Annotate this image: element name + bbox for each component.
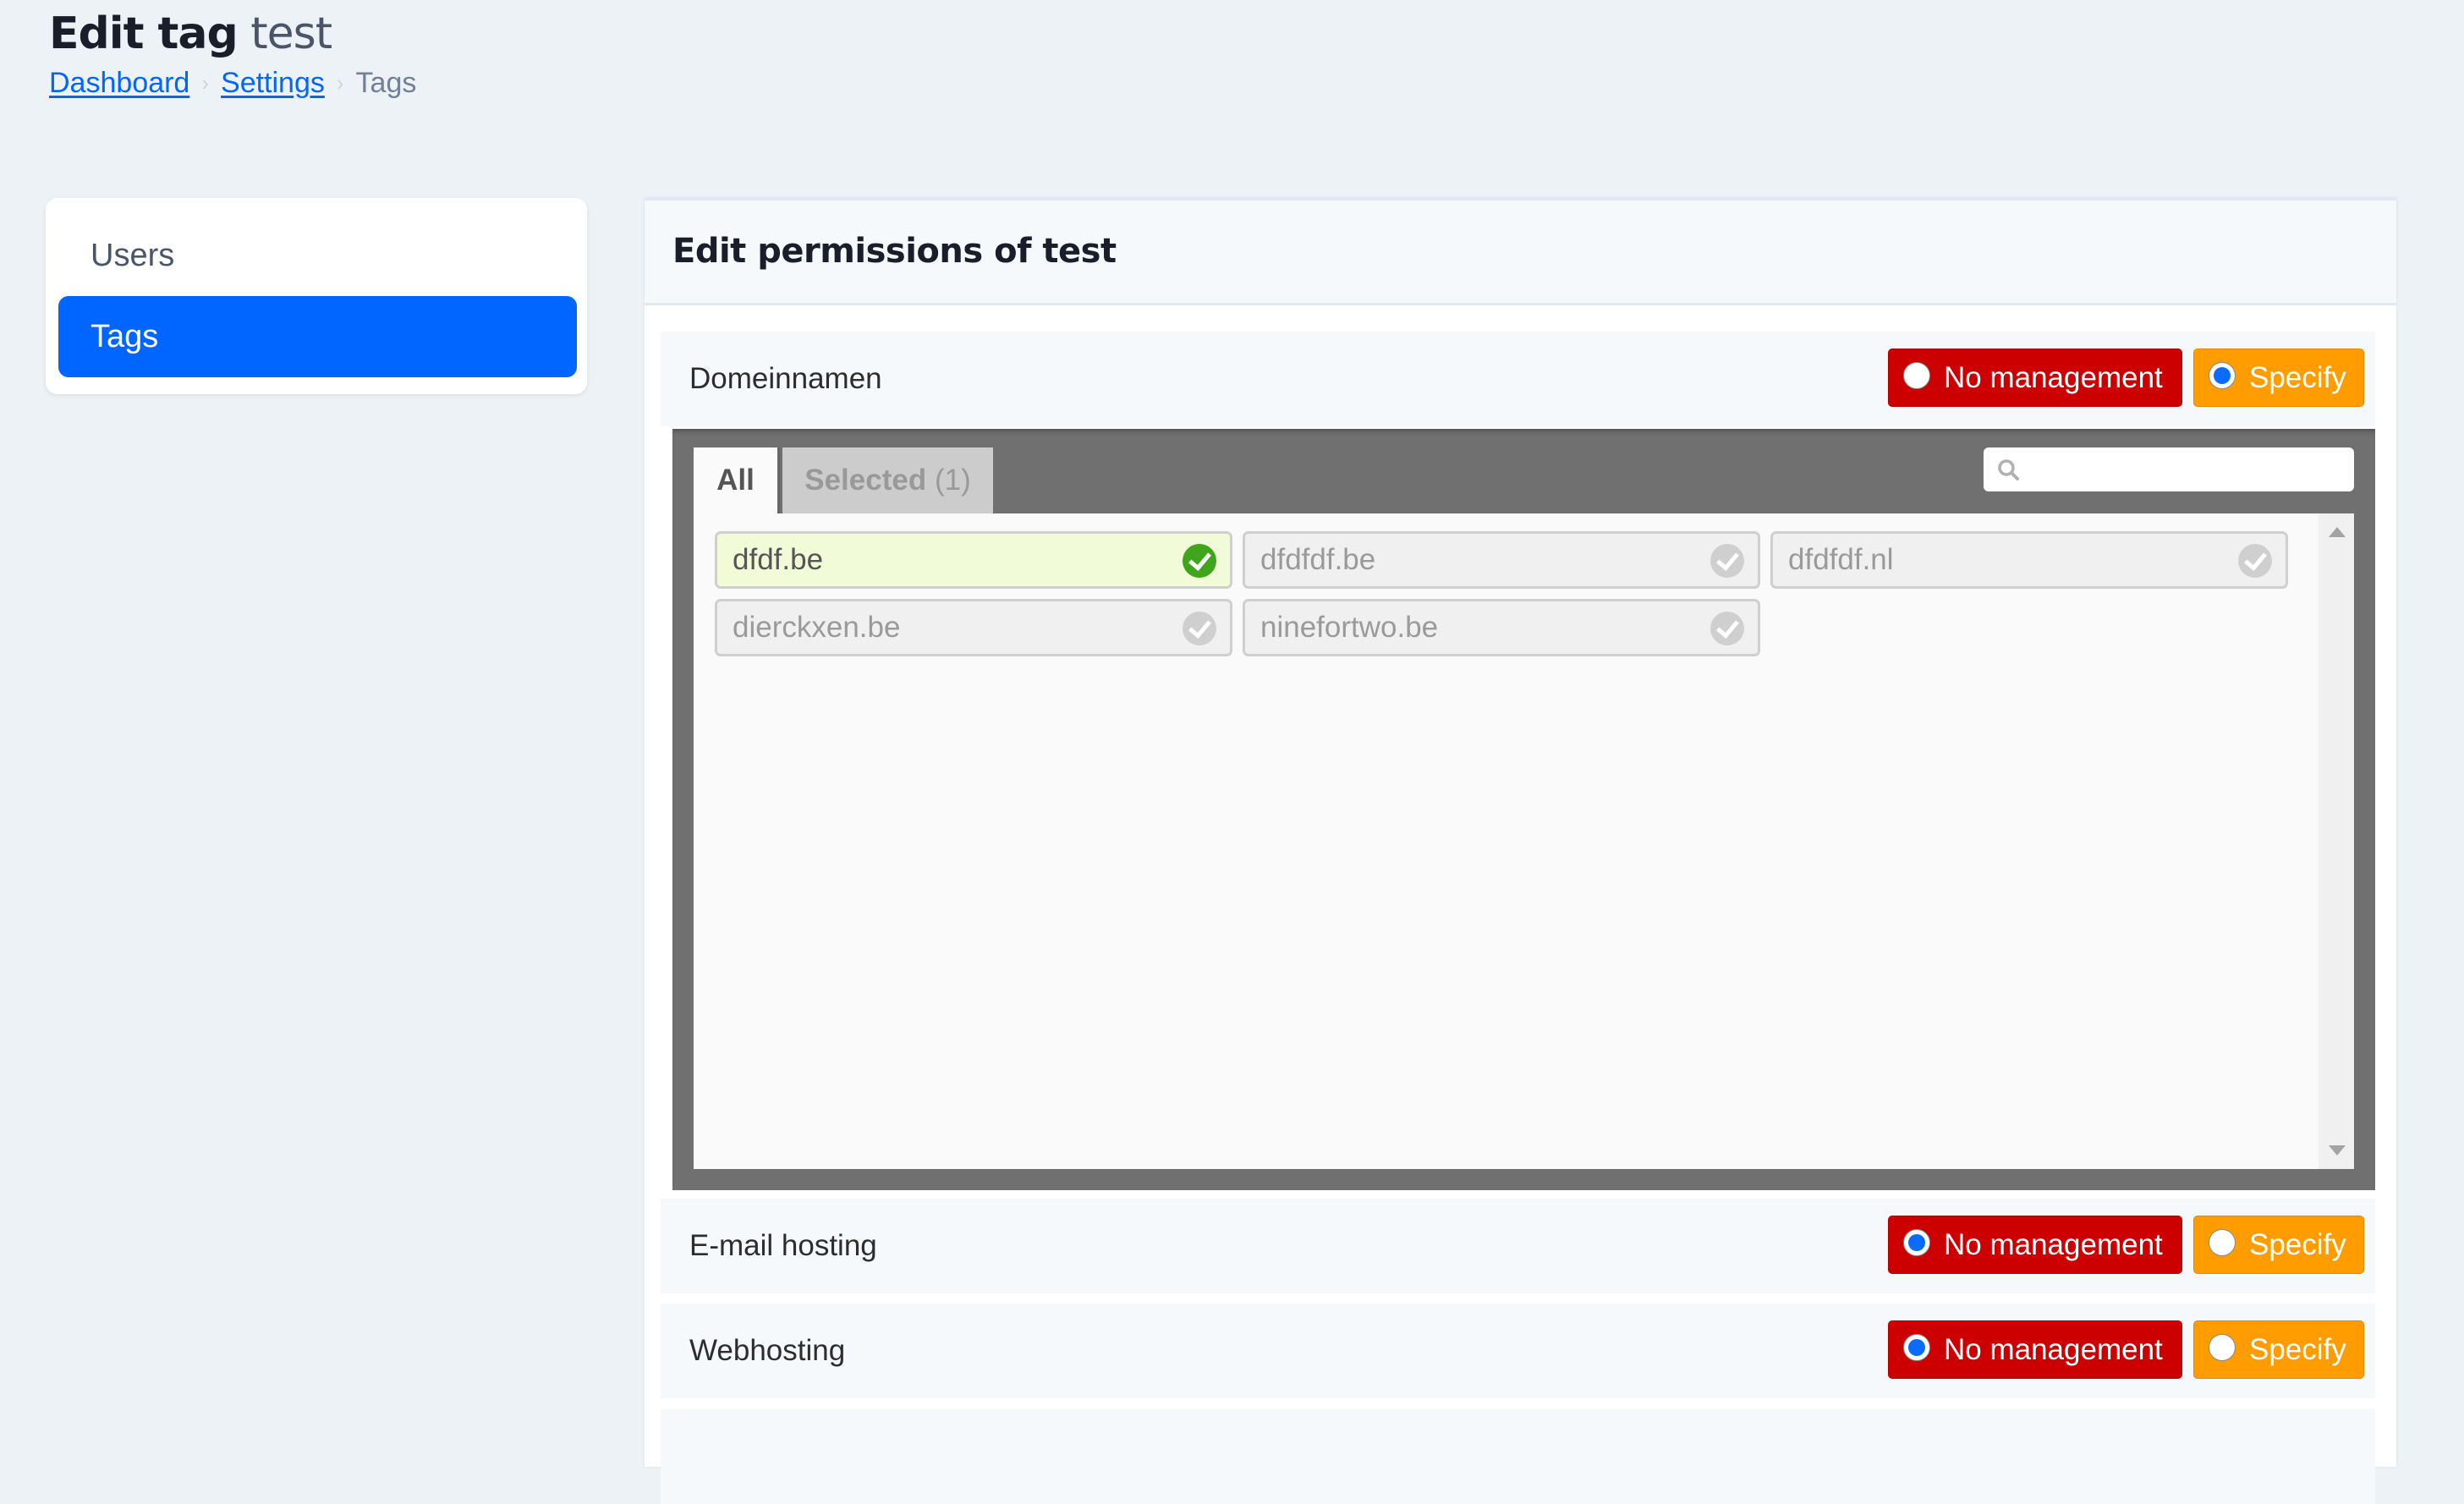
permission-label: Domeinnamen bbox=[689, 362, 882, 395]
permission-row-domeinnamen: Domeinnamen No management Specify bbox=[661, 332, 2375, 426]
check-circle-icon bbox=[1183, 612, 1216, 645]
chevron-right-icon: › bbox=[201, 70, 210, 96]
specify-button[interactable]: Specify bbox=[2193, 1320, 2364, 1379]
domain-item[interactable]: dfdf.be bbox=[715, 531, 1232, 589]
sidebar-item-users[interactable]: Users bbox=[58, 215, 577, 296]
scroll-up-arrow-icon[interactable] bbox=[2329, 527, 2346, 537]
no-management-label: No management bbox=[1944, 1332, 2163, 1366]
permission-row-email-hosting: E-mail hosting No management Specify bbox=[661, 1199, 2375, 1293]
domain-picker: All Selected (1) dfdf.be dfdfdf.be dfdfd… bbox=[672, 429, 2375, 1190]
domain-label: dierckxen.be bbox=[733, 611, 901, 644]
specify-label: Specify bbox=[2249, 1227, 2346, 1261]
no-management-button[interactable]: No management bbox=[1888, 1320, 2182, 1379]
scroll-down-arrow-icon[interactable] bbox=[2329, 1145, 2346, 1155]
breadcrumb: Dashboard › Settings › Tags bbox=[49, 63, 416, 103]
radio-checked-icon[interactable] bbox=[1903, 1228, 1930, 1256]
search-box[interactable] bbox=[1984, 447, 2354, 491]
specify-label: Specify bbox=[2249, 360, 2346, 394]
domain-list: dfdf.be dfdfdf.be dfdfdf.nl dierckxen.be… bbox=[694, 513, 2354, 1169]
tab-selected-label: Selected bbox=[804, 464, 927, 497]
chevron-right-icon: › bbox=[336, 70, 344, 96]
domain-item[interactable]: ninefortwo.be bbox=[1243, 599, 1760, 656]
domain-label: dfdf.be bbox=[733, 543, 824, 576]
check-circle-icon bbox=[1183, 544, 1216, 578]
breadcrumb-dashboard[interactable]: Dashboard bbox=[49, 63, 189, 103]
radio-unchecked-icon[interactable] bbox=[1903, 361, 1930, 389]
radio-unchecked-icon[interactable] bbox=[2209, 1228, 2236, 1256]
page-title-strong: Edit tag bbox=[49, 8, 239, 59]
permission-row-next bbox=[661, 1409, 2375, 1504]
tab-selected-count: (1) bbox=[934, 464, 971, 497]
domain-item[interactable]: dfdfdf.be bbox=[1243, 531, 1760, 589]
sidebar-item-tags[interactable]: Tags bbox=[58, 296, 577, 377]
card-header: Edit permissions of test bbox=[645, 200, 2396, 305]
tab-selected[interactable]: Selected (1) bbox=[782, 447, 993, 513]
permission-label: E-mail hosting bbox=[689, 1229, 877, 1262]
sidebar: Users Tags bbox=[46, 198, 587, 394]
no-management-button[interactable]: No management bbox=[1888, 1216, 2182, 1274]
radio-checked-icon[interactable] bbox=[2209, 361, 2236, 389]
breadcrumb-current: Tags bbox=[355, 67, 417, 99]
specify-label: Specify bbox=[2249, 1332, 2346, 1366]
specify-button[interactable]: Specify bbox=[2193, 349, 2364, 407]
no-management-label: No management bbox=[1944, 1227, 2163, 1261]
domain-item[interactable]: dfdfdf.nl bbox=[1770, 531, 2288, 589]
check-circle-icon bbox=[2238, 544, 2272, 578]
specify-button[interactable]: Specify bbox=[2193, 1216, 2364, 1274]
permission-label: Webhosting bbox=[689, 1334, 846, 1367]
radio-checked-icon[interactable] bbox=[1903, 1333, 1930, 1361]
card-title: Edit permissions of test bbox=[672, 232, 1117, 271]
domain-label: dfdfdf.be bbox=[1260, 543, 1376, 576]
page-title-tag-name: test bbox=[250, 8, 332, 59]
tab-all[interactable]: All bbox=[694, 447, 780, 513]
no-management-button[interactable]: No management bbox=[1888, 349, 2182, 407]
domain-label: dfdfdf.nl bbox=[1788, 543, 1894, 576]
permission-row-webhosting: Webhosting No management Specify bbox=[661, 1304, 2375, 1398]
breadcrumb-settings[interactable]: Settings bbox=[221, 63, 325, 103]
search-icon bbox=[1998, 459, 2019, 480]
page-title: Edit tag test bbox=[49, 5, 332, 63]
check-circle-icon bbox=[1710, 544, 1744, 578]
domain-label: ninefortwo.be bbox=[1260, 611, 1439, 644]
scrollbar[interactable] bbox=[2319, 513, 2354, 1169]
check-circle-icon bbox=[1710, 612, 1744, 645]
search-input[interactable] bbox=[2028, 449, 2354, 490]
no-management-label: No management bbox=[1944, 360, 2163, 394]
domain-item[interactable]: dierckxen.be bbox=[715, 599, 1232, 656]
permissions-card: Edit permissions of test Domeinnamen No … bbox=[645, 198, 2396, 1504]
radio-unchecked-icon[interactable] bbox=[2209, 1333, 2236, 1361]
